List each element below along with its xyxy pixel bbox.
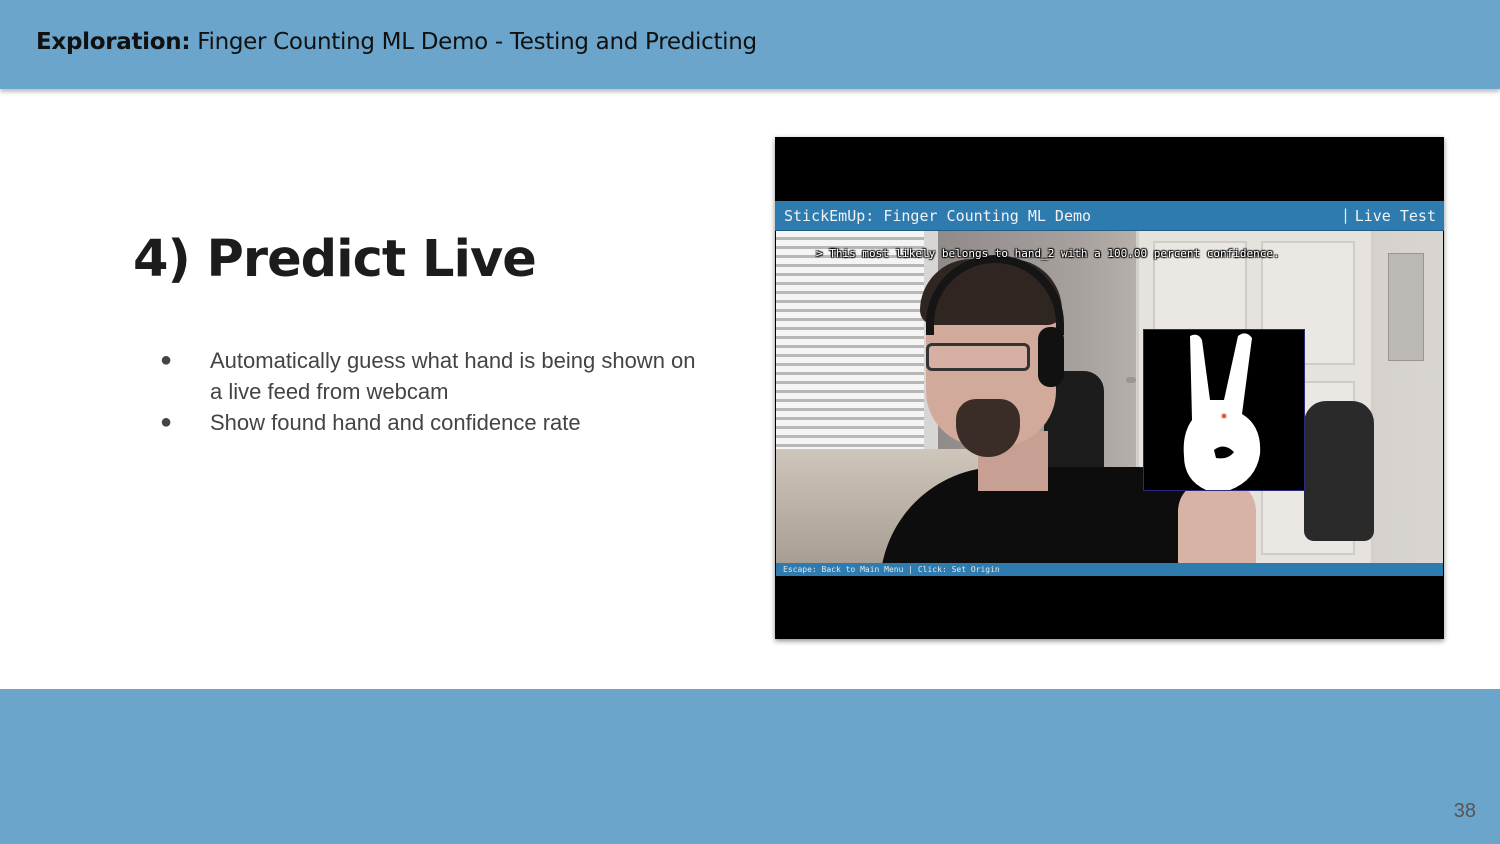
demo-screenshot: StickEmUp: Finger Counting ML Demo | Liv…: [775, 137, 1444, 639]
bullet-text: Automatically guess what hand is being s…: [210, 348, 696, 404]
peace-sign-mask-icon: [1183, 333, 1261, 490]
webcam-feed[interactable]: > This most likely belongs to hand_2 wit…: [776, 231, 1443, 563]
header-title-text: Finger Counting ML Demo - Testing and Pr…: [197, 29, 757, 55]
headphones-icon: [1038, 327, 1064, 387]
app-title-separator: |: [1341, 206, 1351, 224]
hand-mask-preview: [1143, 329, 1305, 491]
app-statusbar: Escape: Back to Main Menu | Click: Set O…: [776, 563, 1443, 576]
electrical-panel: [1388, 253, 1424, 361]
header-label: Exploration:: [36, 29, 191, 55]
header-title: Exploration: Finger Counting ML Demo - T…: [36, 29, 757, 55]
slide-title: 4) Predict Live: [133, 230, 537, 289]
prediction-text: > This most likely belongs to hand_2 wit…: [816, 247, 1280, 260]
app-mode-label: Live Test: [1354, 207, 1436, 225]
app-titlebar: StickEmUp: Finger Counting ML Demo | Liv…: [775, 201, 1444, 231]
bullet-icon: ●: [160, 411, 173, 433]
bullet-item: ● Show found hand and confidence rate: [160, 407, 700, 438]
office-chair: [1304, 401, 1374, 541]
app-title: StickEmUp: Finger Counting ML Demo: [784, 207, 1092, 225]
raised-hand: [1178, 481, 1256, 563]
door-knob: [1126, 377, 1136, 383]
page-number: 38: [1453, 800, 1476, 822]
footer-bar: [0, 689, 1500, 844]
glasses: [926, 343, 1030, 371]
bullet-text: Show found hand and confidence rate: [210, 410, 581, 435]
status-bar-text: Escape: Back to Main Menu | Click: Set O…: [783, 565, 1000, 574]
header-bar: Exploration: Finger Counting ML Demo - T…: [0, 0, 1500, 89]
bullet-list: ● Automatically guess what hand is being…: [160, 345, 700, 438]
bullet-icon: ●: [160, 349, 173, 371]
bullet-item: ● Automatically guess what hand is being…: [160, 345, 700, 407]
